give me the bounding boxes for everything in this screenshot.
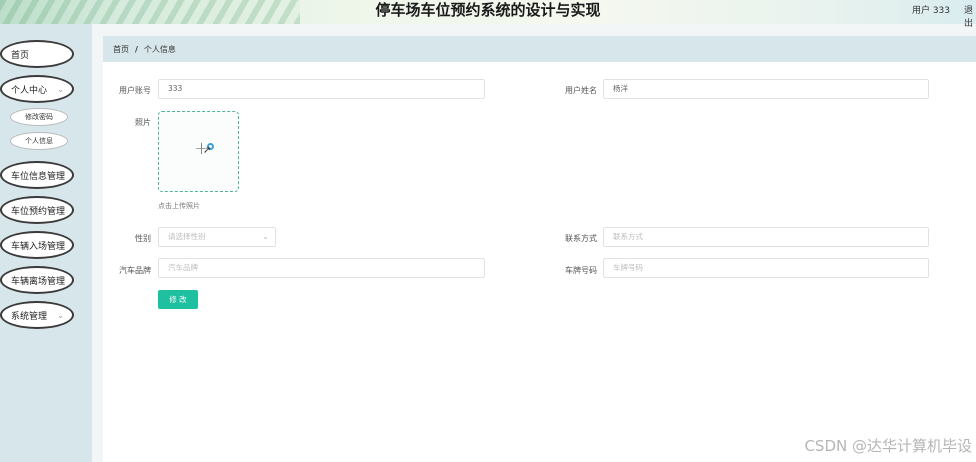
realname-field[interactable]: 杨洋 (603, 79, 929, 99)
profile-form: 用户账号 333 用户姓名 杨洋 照片 + ➚ 点击上传照片 性别 请选择性别 … (103, 62, 976, 462)
sidebar-subitem-personal-info[interactable]: 个人信息 (10, 132, 68, 150)
gender-label: 性别 (135, 234, 151, 243)
photo-label: 照片 (135, 118, 151, 127)
current-user-label: 用户 333 (911, 6, 950, 16)
page-title: 停车场车位预约系统的设计与实现 (375, 1, 601, 19)
photo-upload[interactable]: + ➚ (158, 111, 239, 192)
breadcrumb-separator: / (135, 44, 138, 54)
breadcrumb-home[interactable]: 首页 (113, 44, 129, 55)
contact-label: 联系方式 (565, 234, 597, 243)
modify-button[interactable]: 修 改 (158, 290, 198, 309)
sidebar-item-label: 车位预约管理 (11, 206, 66, 217)
watermark: CSDN @达华计算机毕设 (804, 437, 972, 455)
breadcrumb: 首页 / 个人信息 (103, 36, 976, 62)
sidebar-item-label: 车辆离场管理 (11, 276, 66, 287)
car-brand-label: 汽车品牌 (119, 266, 151, 275)
gender-select-value: 请选择性别 (168, 232, 206, 241)
sidebar-item-personal-center[interactable]: 个人中心 ⌄ (0, 75, 74, 103)
sidebar-item-reservation[interactable]: 车位预约管理 (0, 196, 74, 224)
chevron-down-icon: ⌄ (262, 232, 269, 241)
sidebar-item-label: 系统管理 (11, 311, 48, 322)
sidebar-item-label: 个人中心 (11, 85, 48, 96)
sidebar-item-space-info[interactable]: 车位信息管理 (0, 161, 74, 189)
sidebar-item-vehicle-entry[interactable]: 车辆入场管理 (0, 231, 74, 259)
chevron-down-icon: ⌄ (57, 85, 64, 94)
top-header: 停车场车位预约系统的设计与实现 用户 333 退出 (0, 0, 976, 29)
logout-link[interactable]: 退出 (964, 3, 976, 29)
chevron-down-icon: ⌄ (57, 311, 64, 320)
sidebar: 首页 个人中心 ⌄ 修改密码 个人信息 车位信息管理 车位预约管理 车辆入场管理… (0, 24, 92, 462)
sidebar-item-label: 首页 (11, 50, 30, 61)
plate-number-label: 车牌号码 (565, 266, 597, 275)
plate-number-field[interactable]: 车牌号码 (603, 258, 929, 278)
mouse-cursor-icon: ➚ (203, 145, 212, 156)
sidebar-item-home[interactable]: 首页 (0, 40, 74, 68)
realname-label: 用户姓名 (565, 86, 597, 95)
contact-field[interactable]: 联系方式 (603, 227, 929, 247)
username-field[interactable]: 333 (158, 79, 485, 99)
sidebar-item-label: 车辆入场管理 (11, 241, 66, 252)
car-brand-field[interactable]: 汽车品牌 (158, 258, 485, 278)
sidebar-subitem-change-password[interactable]: 修改密码 (10, 108, 68, 126)
breadcrumb-current: 个人信息 (143, 44, 176, 54)
sidebar-subitem-label: 个人信息 (25, 137, 53, 145)
sidebar-subitem-label: 修改密码 (25, 113, 53, 121)
username-label: 用户账号 (119, 86, 151, 95)
sidebar-item-vehicle-exit[interactable]: 车辆离场管理 (0, 266, 74, 294)
gender-select[interactable]: 请选择性别 ⌄ (158, 227, 276, 247)
upload-hint: 点击上传照片 (158, 202, 200, 210)
sidebar-item-system[interactable]: 系统管理 ⌄ (0, 301, 74, 329)
sidebar-item-label: 车位信息管理 (11, 171, 66, 182)
